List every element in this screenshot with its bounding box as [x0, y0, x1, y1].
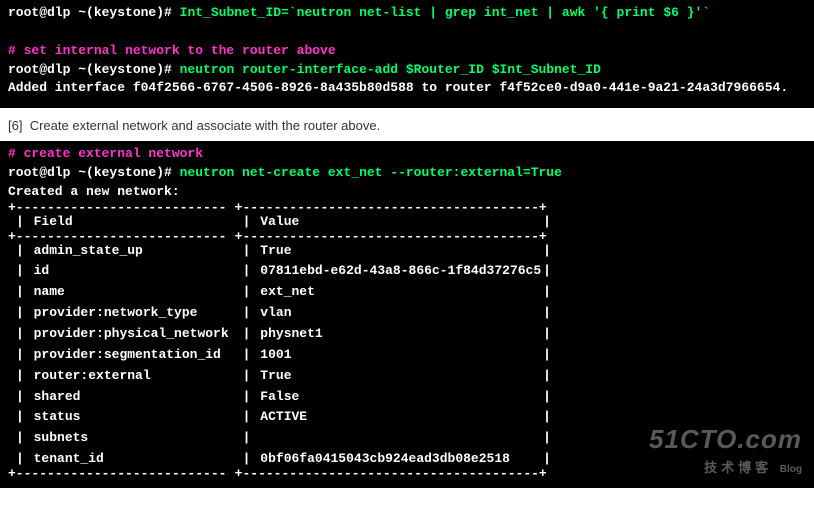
- comment-line: # create external network: [8, 145, 806, 164]
- output-line: Created a new network:: [8, 183, 806, 202]
- table-row: | name| ext_net|: [8, 282, 559, 303]
- header-field: Field: [34, 214, 73, 229]
- step-instruction: [6] Create external network and associat…: [0, 108, 814, 141]
- value-cell: 0bf06fa0415043cb924ead3db08e2518: [260, 451, 510, 466]
- table-row: | provider:physical_network| physnet1|: [8, 324, 559, 345]
- field-cell: provider:segmentation_id: [34, 347, 221, 362]
- table-row: | provider:network_type| vlan|: [8, 303, 559, 324]
- step-text: Create external network and associate wi…: [30, 118, 380, 133]
- comment-line: # set internal network to the router abo…: [8, 42, 806, 61]
- watermark-logo: 51CTO.com: [649, 421, 802, 459]
- table-separator: +--------------------------- +----------…: [8, 204, 559, 212]
- terminal-block-2: # create external network root@dlp ~(key…: [0, 141, 814, 488]
- value-cell: ACTIVE: [260, 409, 307, 424]
- table-row: | status| ACTIVE|: [8, 407, 559, 428]
- value-cell: True: [260, 368, 291, 383]
- step-number: [6]: [8, 118, 22, 133]
- value-cell: physnet1: [260, 326, 322, 341]
- table-row: | shared| False|: [8, 387, 559, 408]
- prompt: root@dlp ~(keystone)#: [8, 5, 172, 20]
- field-cell: subnets: [34, 430, 89, 445]
- command: neutron router-interface-add $Router_ID …: [180, 62, 601, 77]
- table-row: | admin_state_up| True|: [8, 241, 559, 262]
- table-row: | subnets| |: [8, 428, 559, 449]
- header-value: Value: [260, 214, 299, 229]
- value-cell: 07811ebd-e62d-43a8-866c-1f84d37276c5: [260, 263, 541, 278]
- terminal-block-1: root@dlp ~(keystone)# Int_Subnet_ID=`neu…: [0, 0, 814, 108]
- field-cell: name: [34, 284, 65, 299]
- field-cell: provider:network_type: [34, 305, 198, 320]
- value-cell: vlan: [260, 305, 291, 320]
- prompt: root@dlp ~(keystone)#: [8, 165, 172, 180]
- field-cell: shared: [34, 389, 81, 404]
- cmd-line: root@dlp ~(keystone)# neutron net-create…: [8, 164, 806, 183]
- field-cell: status: [34, 409, 81, 424]
- table-row: | id| 07811ebd-e62d-43a8-866c-1f84d37276…: [8, 261, 559, 282]
- prompt: root@dlp ~(keystone)#: [8, 62, 172, 77]
- table-separator: +--------------------------- +----------…: [8, 233, 559, 241]
- field-cell: id: [34, 263, 50, 278]
- value-cell: False: [260, 389, 299, 404]
- table-row: | provider:segmentation_id| 1001|: [8, 345, 559, 366]
- watermark-sub: 技术博客: [704, 460, 772, 475]
- value-cell: ext_net: [260, 284, 315, 299]
- output-line: Added interface f04f2566-6767-4506-8926-…: [8, 79, 806, 98]
- command: neutron net-create ext_net --router:exte…: [180, 165, 562, 180]
- value-cell: True: [260, 243, 291, 258]
- table-separator: +--------------------------- +----------…: [8, 470, 559, 478]
- field-cell: provider:physical_network: [34, 326, 229, 341]
- command: Int_Subnet_ID=`neutron net-list | grep i…: [180, 5, 711, 20]
- cmd-line-1: root@dlp ~(keystone)# Int_Subnet_ID=`neu…: [8, 4, 806, 23]
- field-cell: tenant_id: [34, 451, 104, 466]
- value-cell: 1001: [260, 347, 291, 362]
- result-table: +--------------------------- +----------…: [8, 204, 559, 478]
- watermark-blog: Blog: [780, 464, 802, 475]
- cmd-line-2: root@dlp ~(keystone)# neutron router-int…: [8, 61, 806, 80]
- field-cell: admin_state_up: [34, 243, 143, 258]
- watermark: 51CTO.com 技术博客 Blog: [649, 421, 802, 478]
- field-cell: router:external: [34, 368, 151, 383]
- table-row: | router:external| True|: [8, 366, 559, 387]
